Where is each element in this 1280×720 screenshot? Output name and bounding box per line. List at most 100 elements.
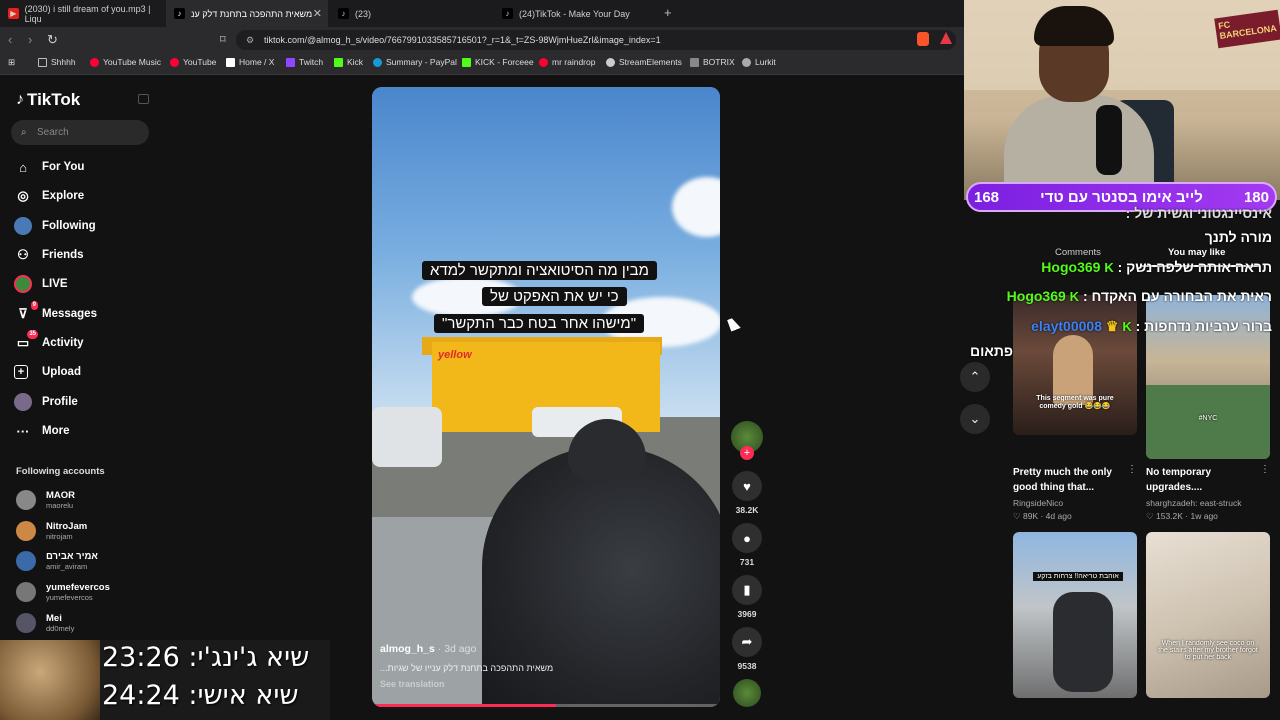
stream-count-right: 180 [1243, 188, 1269, 206]
share-button[interactable]: ➦ 9538 [731, 627, 763, 671]
card-thumbnail[interactable]: When I randomly see coco on the stairs a… [1146, 532, 1270, 698]
address-bar[interactable]: ⚙ tiktok.com/@almog_h_s/video/7667991033… [236, 30, 956, 50]
tiktok-note-icon: ♪ [16, 91, 24, 108]
bookmark-kick[interactable]: Kick [334, 57, 363, 67]
bookmark-youtube-music[interactable]: YouTube Music [90, 57, 161, 67]
apps-icon[interactable]: ⊞ [8, 57, 15, 68]
nav-explore[interactable]: ◎ Explore [14, 185, 84, 207]
card-author[interactable]: sharghzadeh: east-struck [1146, 498, 1241, 508]
chat-text: תראה אותה שלפה נשק : [1117, 259, 1272, 275]
reload-icon[interactable]: ↻ [47, 32, 58, 48]
stream-title: לייב אימו בסנטר עם טדי [1040, 188, 1203, 206]
tab-comments[interactable]: Comments [1055, 247, 1101, 258]
bookmark-paypal[interactable]: Summary - PayPal [373, 57, 457, 67]
video-meta: almog_h_s · 3d ago משאית התהפכה בתחנת דל… [380, 643, 680, 689]
nav-live[interactable]: LIVE [14, 273, 68, 295]
video-progress-fill [372, 704, 557, 707]
card-author[interactable]: RingsideNico [1013, 498, 1063, 508]
creator-avatar[interactable]: + [731, 421, 763, 460]
sound-disc[interactable] [731, 679, 763, 707]
stream-count-left: 168 [974, 188, 1000, 206]
card-title[interactable]: No temporary upgrades.... [1146, 465, 1256, 495]
next-video-button[interactable]: ⌄ [960, 404, 990, 434]
nav-more[interactable]: ··· More [14, 420, 70, 442]
nav-profile[interactable]: Profile [14, 391, 78, 413]
caption-line-1: מבין מה הסיטואציה ומתקשר למדא [422, 261, 657, 280]
more-options-icon[interactable]: ⋮ [1260, 464, 1270, 475]
previous-video-button[interactable]: ⌃ [960, 362, 990, 392]
bookmark-lurkit[interactable]: Lurkit [742, 57, 776, 67]
account-nitrojam[interactable]: NitroJam nitrojam [16, 519, 87, 543]
nav-upload[interactable]: + Upload [14, 361, 81, 383]
bookmark-label: YouTube [183, 57, 217, 67]
video-progress-bar[interactable] [372, 704, 720, 707]
tiktok-logo[interactable]: ♪ TikTok [16, 90, 80, 110]
home-icon: ⌂ [19, 159, 27, 175]
inbox-icon: ▭ 35 [16, 330, 38, 350]
tab-youtube[interactable]: ▶ (2030) i still dream of you.mp3 | Liqu [0, 0, 165, 27]
bookmark-botrix[interactable]: BOTRIX [690, 57, 735, 67]
new-tab-button[interactable]: + [664, 5, 672, 20]
tab-title: משאית התהפכה בתחנת דלק ענ [191, 8, 313, 19]
bookmark-icon: ▮ [732, 575, 762, 605]
like-count: 38.2K [735, 505, 759, 515]
search-input[interactable]: ⌕ Search [11, 120, 149, 145]
like-button[interactable]: ♥ 38.2K [731, 471, 763, 515]
chevron-down-icon: ⌄ [969, 411, 981, 426]
bookmark-label: YouTube Music [103, 57, 161, 67]
more-icon: ··· [16, 423, 30, 439]
nav-messages[interactable]: ⊽ 9 Messages [14, 301, 97, 325]
bookmark-youtube[interactable]: YouTube [170, 57, 216, 67]
collapse-sidebar-icon[interactable] [138, 94, 149, 104]
kick-badge-icon: K [1069, 289, 1080, 304]
save-count: 3969 [737, 609, 757, 619]
paypal-icon [373, 57, 382, 67]
save-button[interactable]: ▮ 3969 [731, 575, 763, 619]
forward-icon[interactable]: › [28, 32, 32, 47]
tiktok-icon: ♪ [502, 8, 513, 19]
card-thumbnail[interactable]: This segment was pure comedy gold 😂😂😂 [1013, 295, 1137, 435]
brave-shields-icon[interactable] [917, 32, 929, 46]
comment-button[interactable]: ● 731 [731, 523, 763, 567]
account-mei[interactable]: Mei dd0mely [16, 611, 74, 635]
account-yumefevercos[interactable]: yumefevercos yumefevercos [16, 580, 110, 604]
tab-tiktok-video[interactable]: ♪ משאית התהפכה בתחנת דלק ענ ✕ [166, 0, 328, 27]
account-amir[interactable]: אמיר אבירם amir_aviram [16, 549, 98, 573]
video-author[interactable]: almog_h_s [380, 643, 435, 655]
nav-activity[interactable]: ▭ 35 Activity [14, 330, 84, 354]
bookmark-streamelements[interactable]: StreamElements [606, 57, 682, 67]
card-thumbnail[interactable]: אוהבת טריאה!! צרחות בזקע [1013, 532, 1137, 698]
account-handle: amir_aviram [46, 562, 88, 571]
account-maor[interactable]: MAOR maorelu [16, 488, 75, 512]
card-age: 1w ago [1190, 511, 1218, 521]
chevron-up-icon: ⌃ [969, 369, 981, 384]
nav-following[interactable]: Following [14, 215, 96, 237]
bookmark-twitch[interactable]: Twitch [286, 57, 323, 67]
x-icon [226, 57, 235, 67]
back-icon[interactable]: ‹ [8, 32, 12, 47]
more-options-icon[interactable]: ⋮ [1127, 464, 1137, 475]
account-handle: nitrojam [46, 532, 73, 541]
nav-friends[interactable]: ⚇ Friends [14, 244, 83, 266]
follow-plus-icon[interactable]: + [740, 446, 754, 460]
site-info-icon[interactable]: ⚙ [246, 35, 254, 46]
record-timer-ginger: שיא ג'ינג'י: 23:26 [102, 642, 310, 673]
nav-for-you[interactable]: ⌂ For You [14, 156, 84, 178]
tab-you-may-like[interactable]: You may like [1168, 247, 1225, 258]
video-player[interactable]: yellow מבין מה הסיטואציה ומתקשר למדא כי … [372, 87, 720, 707]
see-translation-link[interactable]: See translation [380, 679, 680, 689]
bookmark-x[interactable]: Home / X [226, 57, 274, 67]
close-tab-icon[interactable]: ✕ [313, 7, 322, 20]
bookmark-label: Kick [347, 57, 364, 67]
tab-tiktok-home[interactable]: ♪ (24)TikTok - Make Your Day [494, 0, 659, 27]
brave-rewards-icon[interactable] [940, 32, 952, 44]
chat-message: אינסיינגטוני וגשית של : [1126, 205, 1272, 221]
bookmark-mr-raindrop[interactable]: mr raindrop [539, 57, 595, 67]
bookmark-label: Home / X [239, 57, 275, 67]
bookmark-kick-forceee[interactable]: KICK - Forceee [462, 57, 534, 67]
tab-tiktok-23[interactable]: ♪ (23) [330, 0, 492, 27]
bookmark-label: StreamElements [619, 57, 682, 67]
card-title[interactable]: Pretty much the only good thing that... [1013, 465, 1123, 495]
bookmark-page-icon[interactable]: ⌑ [220, 33, 226, 46]
bookmark-shhhh[interactable]: Shhhh [38, 57, 76, 67]
